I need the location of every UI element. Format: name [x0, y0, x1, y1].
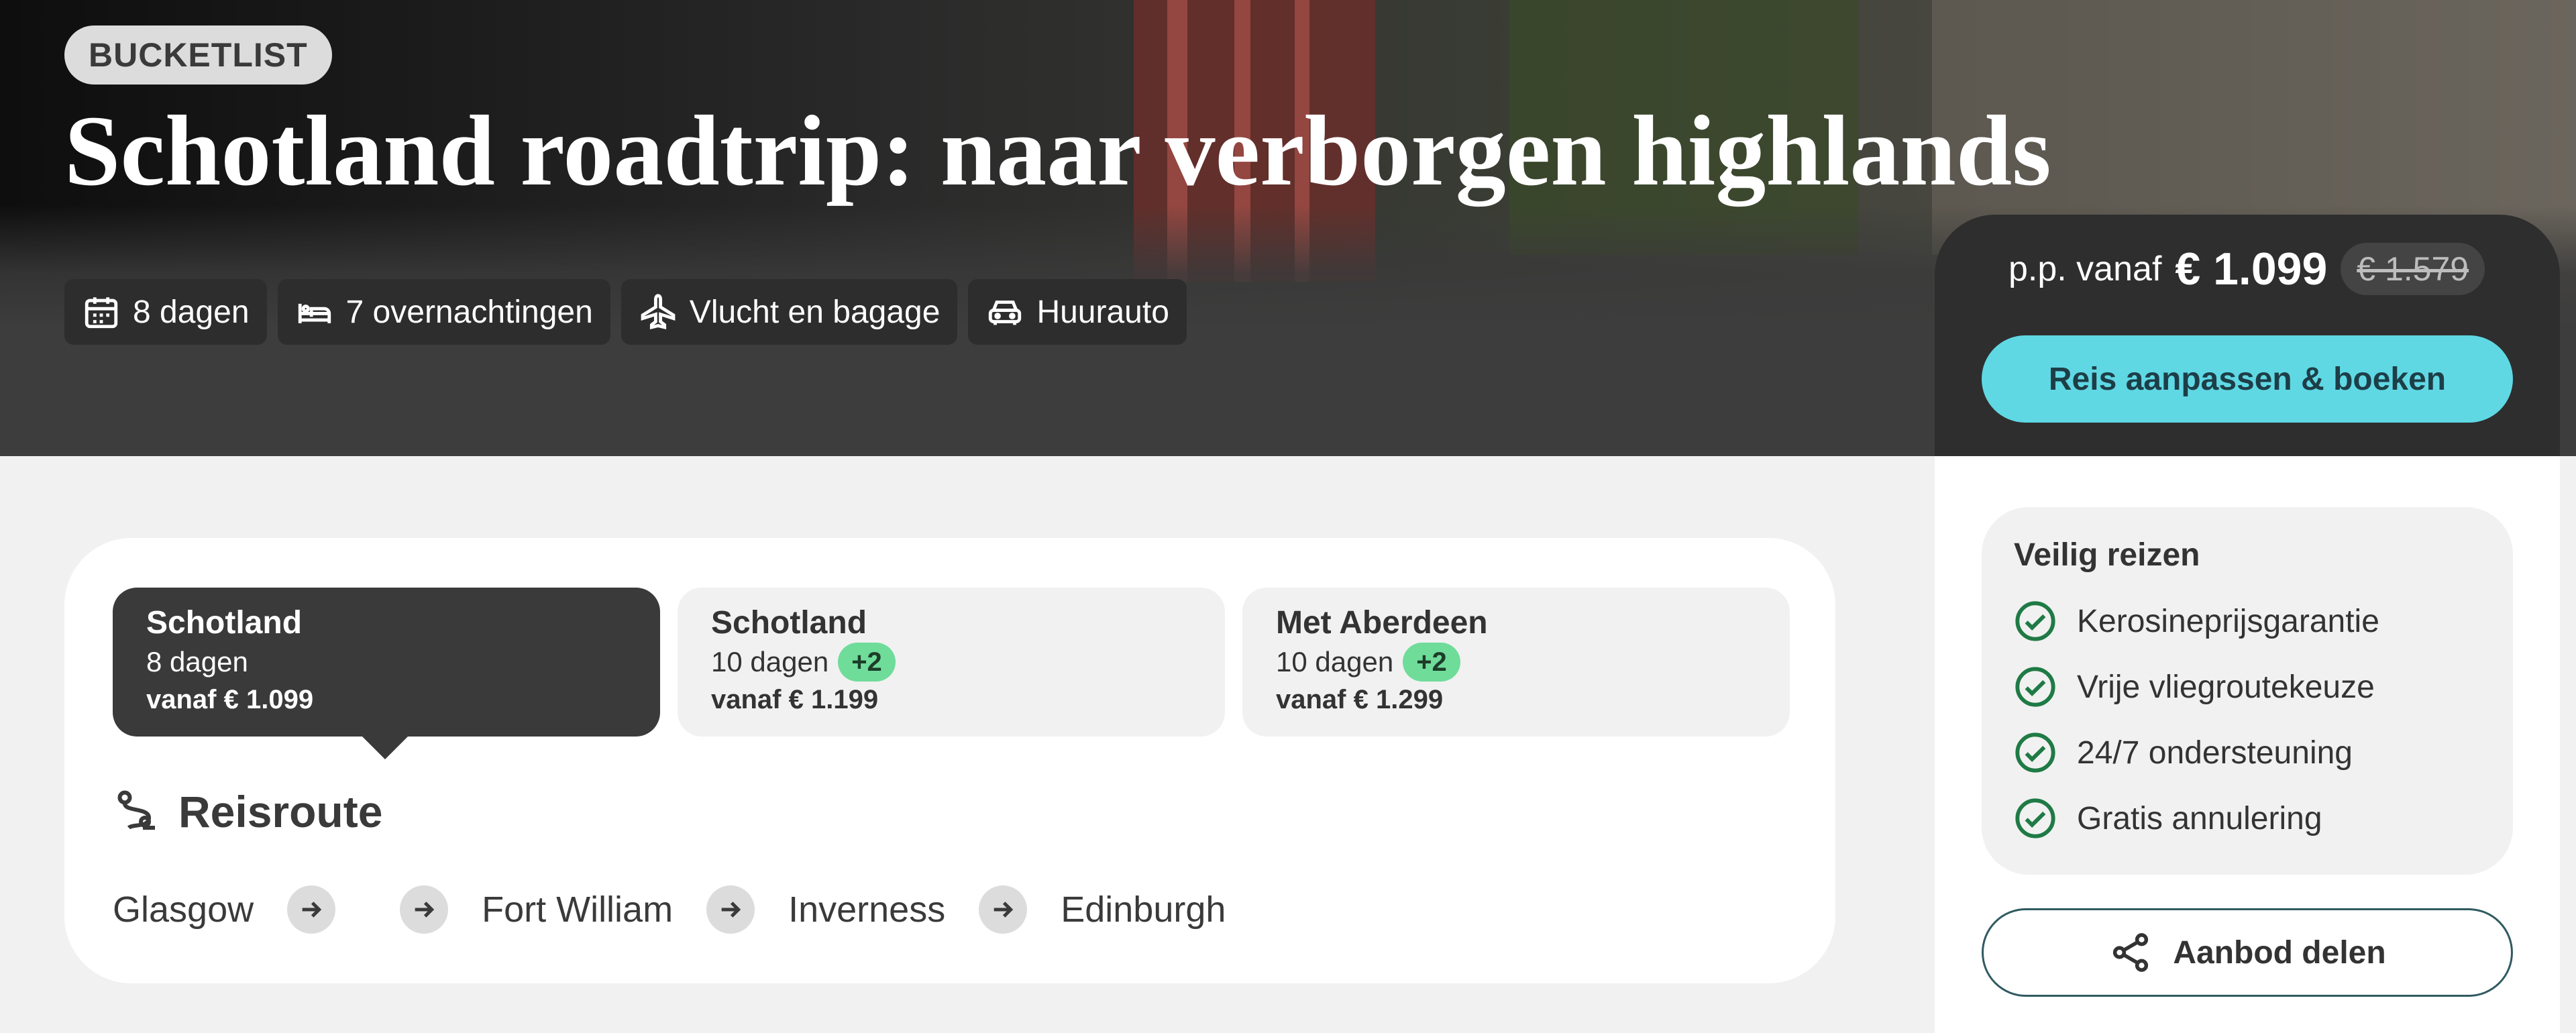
- safe-travel-title: Veilig reizen: [2014, 537, 2200, 573]
- arrow-right-icon: [706, 885, 755, 934]
- safe-travel-item: 24/7 ondersteuning: [2014, 720, 2481, 785]
- arrow-right-icon: [400, 885, 449, 934]
- plane-icon: [641, 294, 676, 330]
- price-value: € 1.099: [2175, 243, 2328, 294]
- variant-days: 10 dagen +2: [711, 643, 1191, 682]
- variant-tab-schotland-10[interactable]: Schotland 10 dagen +2 vanaf € 1.199: [678, 588, 1225, 737]
- route-stop: Glasgow: [113, 889, 254, 930]
- feature-flight: Vlucht en bagage: [621, 279, 958, 345]
- price-summary: p.p. vanaf € 1.099 € 1.579: [2008, 243, 2485, 295]
- feature-nights: 7 overnachtingen: [277, 279, 610, 345]
- arrow-right-icon: [287, 885, 336, 934]
- check-circle-icon: [2015, 798, 2055, 838]
- variant-tab-schotland-8[interactable]: Schotland 8 dagen vanaf € 1.099: [113, 588, 660, 759]
- check-circle-icon: [2015, 732, 2055, 773]
- feature-label: Huurauto: [1036, 294, 1169, 330]
- share-icon: [2113, 933, 2149, 972]
- route-icon: [117, 790, 155, 830]
- safe-travel-item: Gratis annulering: [2014, 785, 2481, 851]
- price-prefix: p.p. vanaf: [2008, 250, 2162, 288]
- route-stop: Edinburgh: [1061, 889, 1226, 930]
- safe-travel-box: Veilig reizen Kerosineprijsgarantie Vrij…: [1982, 507, 2513, 875]
- variant-days: 10 dagen +2: [1276, 643, 1756, 682]
- share-label: Aanbod delen: [2173, 934, 2386, 971]
- safe-travel-item: Vrije vliegroutekeuze: [2014, 654, 2481, 720]
- trip-card: Schotland 8 dagen vanaf € 1.099 Schotlan…: [64, 538, 1835, 983]
- old-price: € 1.579: [2341, 243, 2485, 295]
- route-stops: Glasgow Fort William Inverness Edinburgh: [113, 885, 1226, 934]
- variant-name: Met Aberdeen: [1276, 605, 1488, 641]
- share-button[interactable]: Aanbod delen: [1982, 908, 2513, 997]
- feature-list: 8 dagen 7 overnachtingen Vlucht en bagag…: [64, 279, 1187, 345]
- variant-days: 8 dagen: [146, 646, 248, 677]
- feature-label: 8 dagen: [133, 294, 250, 330]
- feature-car: Huurauto: [968, 279, 1187, 345]
- book-button[interactable]: Reis aanpassen & boeken: [1982, 335, 2513, 423]
- variant-name: Schotland: [146, 605, 303, 641]
- feature-duration: 8 dagen: [64, 279, 267, 345]
- route-header: Reisroute: [113, 786, 382, 837]
- category-badge: BUCKETLIST: [64, 25, 332, 85]
- variant-tabs: Schotland 8 dagen vanaf € 1.099 Schotlan…: [113, 588, 1790, 759]
- variant-tab-met-aberdeen[interactable]: Met Aberdeen 10 dagen +2 vanaf € 1.299: [1242, 588, 1790, 737]
- arrow-right-icon: [979, 885, 1028, 934]
- check-circle-icon: [2015, 667, 2055, 707]
- route-stop: Fort William: [482, 889, 674, 930]
- car-icon: [989, 301, 1022, 325]
- check-circle-icon: [2015, 601, 2055, 641]
- safe-travel-item: Kerosineprijsgarantie: [2014, 588, 2481, 654]
- extra-days-badge: +2: [1403, 643, 1460, 682]
- bed-icon: [298, 303, 331, 323]
- calendar-icon: [85, 297, 118, 329]
- feature-label: Vlucht en bagage: [689, 294, 941, 330]
- feature-label: 7 overnachtingen: [345, 294, 593, 330]
- variant-name: Schotland: [711, 605, 867, 641]
- page-title: Schotland roadtrip: naar verborgen highl…: [64, 95, 2051, 207]
- route-stop: Inverness: [788, 889, 946, 930]
- variant-price: vanaf € 1.099: [146, 685, 314, 714]
- variant-price: vanaf € 1.299: [1276, 685, 1444, 714]
- extra-days-badge: +2: [838, 643, 896, 682]
- variant-price: vanaf € 1.199: [711, 685, 879, 714]
- route-title: Reisroute: [178, 787, 383, 836]
